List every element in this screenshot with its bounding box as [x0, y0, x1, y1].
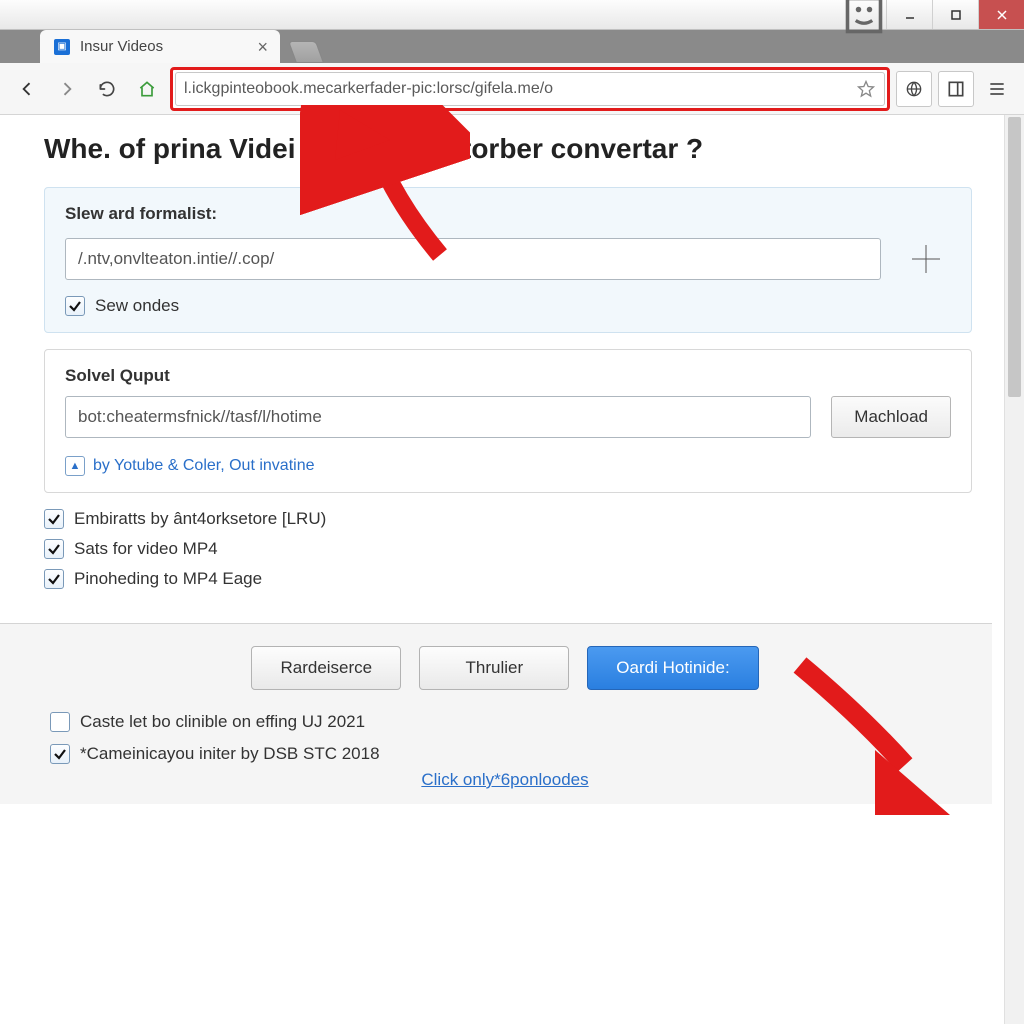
option-label: Sats for video MP4 — [74, 539, 218, 559]
forward-button[interactable] — [50, 72, 84, 106]
option-row-1[interactable]: Embiratts by ânt4orksetore [LRU) — [44, 509, 972, 529]
page-content-outer: Whe. of prina Videi i 4. Squiner torber … — [0, 115, 1024, 1024]
home-button[interactable] — [130, 72, 164, 106]
window-titlebar — [0, 0, 1024, 30]
bookmark-star-icon[interactable] — [856, 79, 876, 99]
footer-primary-button[interactable]: Oardi Hotinide: — [587, 646, 758, 690]
maximize-button[interactable] — [932, 0, 978, 29]
output-label: Solvel Quput — [65, 366, 951, 386]
source-url-input[interactable] — [65, 238, 881, 280]
source-checkbox-row[interactable]: Sew ondes — [65, 296, 951, 316]
output-path-input[interactable] — [65, 396, 811, 438]
info-icon: ▲ — [65, 456, 85, 476]
tab-close-icon[interactable]: × — [257, 38, 268, 56]
new-tab-button[interactable] — [288, 41, 324, 63]
footer-link[interactable]: Click only*6ponloodes — [50, 770, 960, 790]
info-text: by Yotube & Coler, Out invatine — [93, 457, 314, 475]
checkbox-icon — [50, 744, 70, 764]
footer-panel: Rardeiserce Thrulier Oardi Hotinide: Cas… — [0, 623, 992, 804]
footer-button-1[interactable]: Rardeiserce — [251, 646, 401, 690]
minimize-button[interactable] — [886, 0, 932, 29]
source-panel: Slew ard formalist: Sew ondes — [44, 187, 972, 333]
scroll-thumb[interactable] — [1008, 117, 1021, 397]
source-label: Slew ard formalist: — [65, 204, 951, 224]
info-line: ▲ by Yotube & Coler, Out invatine — [65, 456, 951, 476]
download-button[interactable]: Machload — [831, 396, 951, 438]
checkbox-empty-icon — [50, 712, 70, 732]
back-button[interactable] — [10, 72, 44, 106]
footer-check-1[interactable]: Caste let bo clinible on effing UJ 2021 — [50, 712, 960, 732]
add-source-button[interactable] — [901, 234, 951, 284]
page-content: Whe. of prina Videi i 4. Squiner torber … — [0, 115, 1004, 1024]
checkbox-icon — [44, 509, 64, 529]
globe-button[interactable] — [896, 71, 932, 107]
option-row-3[interactable]: Pinoheding to MP4 Eage — [44, 569, 972, 589]
source-checkbox-label: Sew ondes — [95, 296, 179, 316]
footer-check-label: *Cameinicayou initer by DSB STC 2018 — [80, 744, 380, 764]
tab-favicon-icon: ▣ — [54, 39, 70, 55]
address-bar[interactable] — [175, 72, 885, 106]
page-title: Whe. of prina Videi i 4. Squiner torber … — [44, 133, 972, 165]
browser-nav-bar — [0, 63, 1024, 115]
vertical-scrollbar[interactable]: ▴ — [1004, 115, 1024, 1024]
reload-button[interactable] — [90, 72, 124, 106]
options-checklist: Embiratts by ânt4orksetore [LRU) Sats fo… — [44, 509, 972, 589]
checkbox-icon — [65, 296, 85, 316]
tab-title: Insur Videos — [80, 38, 247, 55]
output-panel: Solvel Quput Machload ▲ by Yotube & Cole… — [44, 349, 972, 493]
checkbox-icon — [44, 569, 64, 589]
titlebar-app-icon — [842, 0, 886, 29]
address-bar-highlight — [170, 67, 890, 111]
address-input[interactable] — [184, 80, 856, 98]
footer-check-label: Caste let bo clinible on effing UJ 2021 — [80, 712, 365, 732]
checkbox-icon — [44, 539, 64, 559]
browser-tab-active[interactable]: ▣ Insur Videos × — [40, 30, 280, 63]
close-button[interactable] — [978, 0, 1024, 29]
panel-button[interactable] — [938, 71, 974, 107]
footer-button-2[interactable]: Thrulier — [419, 646, 569, 690]
option-label: Pinoheding to MP4 Eage — [74, 569, 262, 589]
footer-check-2[interactable]: *Cameinicayou initer by DSB STC 2018 — [50, 744, 960, 764]
footer-button-row: Rardeiserce Thrulier Oardi Hotinide: — [50, 646, 960, 690]
option-row-2[interactable]: Sats for video MP4 — [44, 539, 972, 559]
option-label: Embiratts by ânt4orksetore [LRU) — [74, 509, 326, 529]
menu-button[interactable] — [980, 72, 1014, 106]
